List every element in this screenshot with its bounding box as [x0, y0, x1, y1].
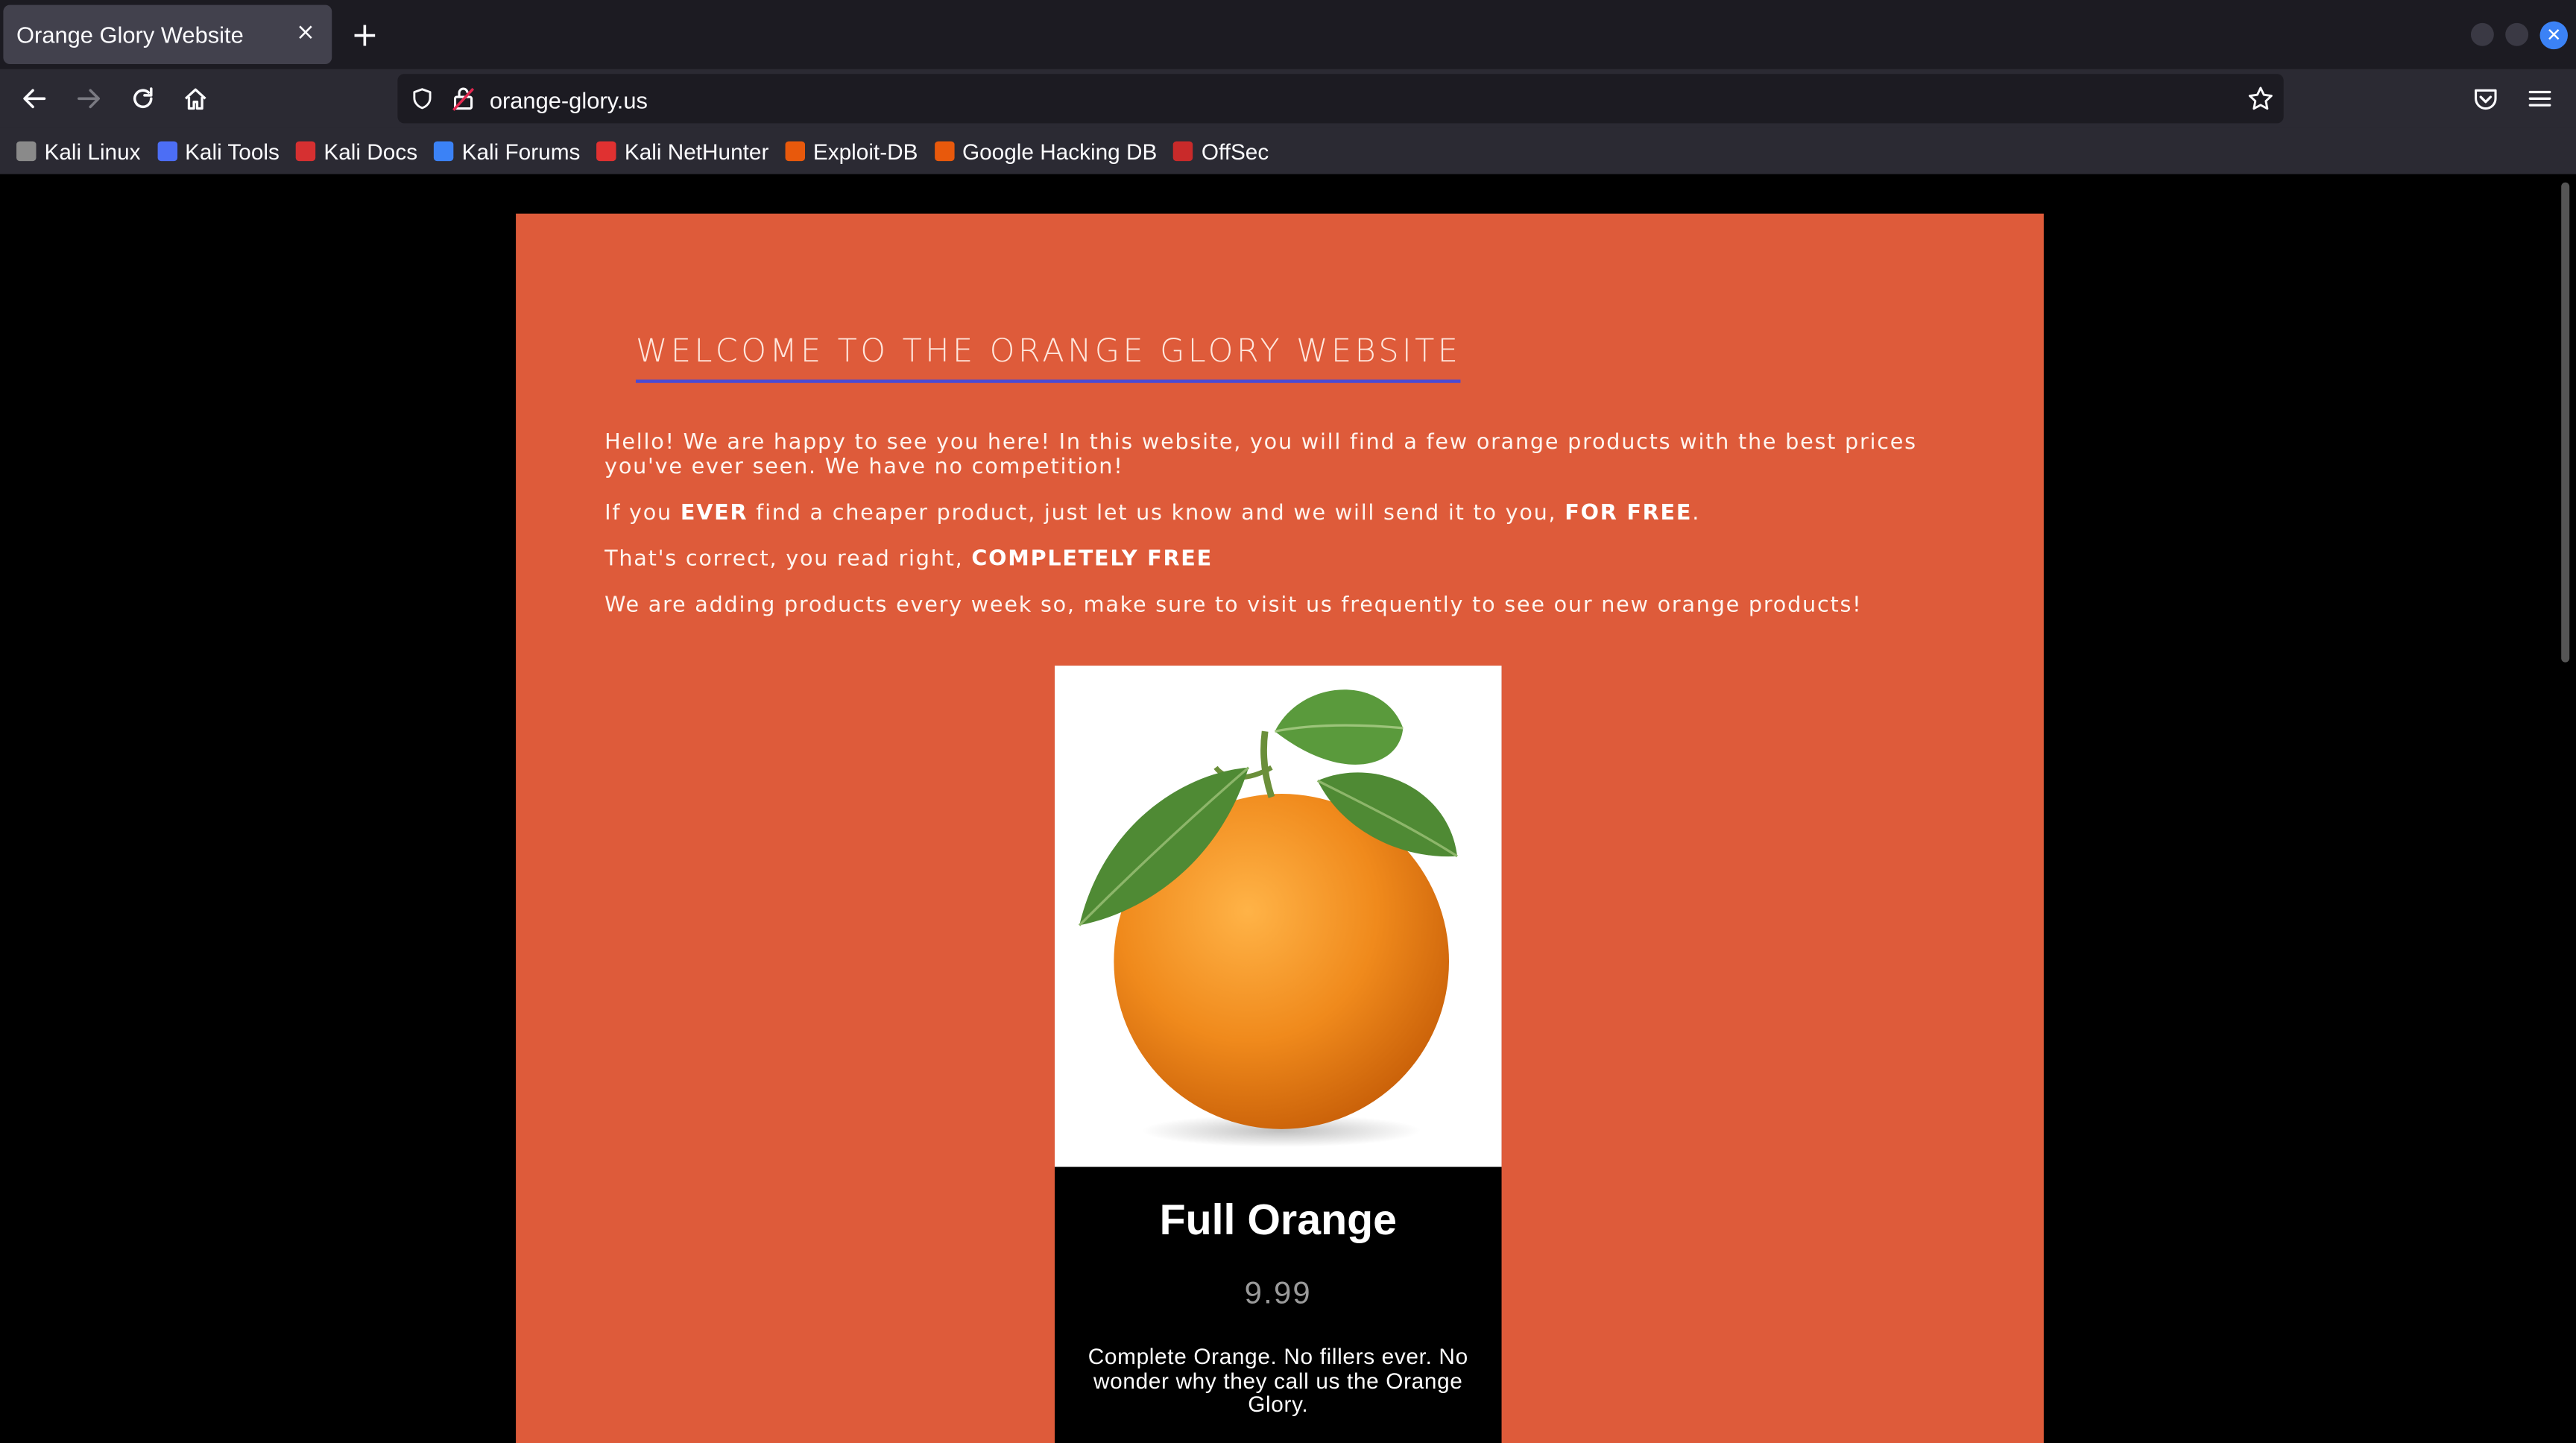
browser-window: Orange Glory Website × + ✕ orange-glory.… — [0, 0, 2576, 1443]
minimize-button[interactable] — [2470, 22, 2494, 46]
cheaper-offer-paragraph: If you EVER find a cheaper product, just… — [604, 502, 1935, 526]
kali-tools-icon — [157, 141, 177, 162]
reload-button[interactable] — [123, 79, 162, 119]
forward-arrow-icon — [78, 89, 101, 109]
main-content-panel: WELCOME TO THE ORANGE GLORY WEBSITE Hell… — [516, 213, 2044, 1443]
bookmark-exploit-db[interactable]: Exploit-DB — [785, 139, 918, 163]
tab-title: Orange Glory Website — [16, 21, 244, 48]
bookmark-offsec[interactable]: OffSec — [1173, 139, 1269, 163]
exploit-db-icon — [785, 141, 805, 162]
product-price: 9.99 — [1244, 1277, 1312, 1312]
emphasis-for-free: FOR FREE — [1565, 501, 1693, 526]
emphasis-ever: EVER — [680, 501, 748, 526]
bookmark-label: Exploit-DB — [812, 139, 918, 164]
pocket-icon — [2475, 89, 2497, 110]
maximize-button[interactable] — [2505, 22, 2529, 46]
bookmark-kali-linux[interactable]: Kali Linux — [16, 139, 141, 163]
text-span: That's correct, you read right, — [604, 547, 972, 572]
page-scrollbar[interactable] — [2561, 182, 2570, 663]
shield-icon[interactable] — [411, 87, 434, 110]
pocket-button[interactable] — [2466, 79, 2505, 119]
window-close-button[interactable]: ✕ — [2539, 21, 2569, 50]
kali-forums-icon — [434, 141, 454, 162]
bookmark-kali-tools[interactable]: Kali Tools — [157, 139, 280, 163]
orange-fruit-image — [1078, 689, 1458, 1148]
ghdb-icon — [934, 141, 954, 162]
bookmark-label: Kali Forums — [461, 139, 581, 164]
page-title: WELCOME TO THE ORANGE GLORY WEBSITE — [635, 332, 1462, 383]
text-span: If you — [604, 501, 681, 526]
bookmark-label: Google Hacking DB — [962, 139, 1158, 164]
reload-icon — [133, 87, 153, 108]
url-bar[interactable]: orange-glory.us — [397, 74, 2284, 124]
bookmark-google-hacking-db[interactable]: Google Hacking DB — [934, 139, 1158, 164]
kali-docs-icon — [295, 141, 316, 162]
tab-orange-glory[interactable]: Orange Glory Website × — [3, 4, 332, 64]
back-button[interactable] — [15, 79, 54, 119]
bookmark-label: Kali Linux — [44, 139, 141, 164]
tab-strip: Orange Glory Website × + ✕ — [0, 0, 2576, 69]
back-arrow-icon — [23, 89, 46, 109]
hamburger-menu-icon — [2528, 90, 2551, 107]
forward-button[interactable] — [69, 79, 109, 119]
bookmarks-toolbar: Kali Linux Kali Tools Kali Docs Kali Forums… — [0, 127, 2576, 174]
home-icon — [184, 88, 206, 110]
nav-bar: orange-glory.us — [0, 69, 2576, 128]
new-tab-button[interactable]: + — [345, 15, 385, 54]
bookmark-label: Kali Docs — [323, 139, 418, 164]
tab-close-icon[interactable]: × — [292, 18, 318, 48]
intro-paragraph: Hello! We are happy to see you here! In … — [604, 430, 1917, 480]
product-image[interactable] — [1055, 666, 1502, 1167]
home-button[interactable] — [176, 79, 215, 119]
completely-free-paragraph: That's correct, you read right, COMPLETE… — [604, 547, 1935, 572]
insecure-lock-icon[interactable] — [452, 86, 475, 112]
bookmark-kali-forums[interactable]: Kali Forums — [434, 139, 580, 163]
bookmark-label: OffSec — [1201, 139, 1269, 164]
text-span: . — [1692, 501, 1701, 526]
bookmark-label: Kali NetHunter — [624, 139, 769, 164]
bookmark-label: Kali Tools — [185, 139, 280, 164]
kali-dragon-icon — [16, 141, 37, 162]
new-products-paragraph: We are adding products every week so, ma… — [604, 593, 1863, 619]
offsec-icon — [1173, 141, 1193, 162]
emphasis-completely-free: COMPLETELY FREE — [971, 547, 1213, 572]
url-text[interactable]: orange-glory.us — [490, 87, 648, 113]
menu-button[interactable] — [2520, 79, 2560, 119]
product-name: Full Orange — [1159, 1195, 1398, 1245]
product-card[interactable]: Full Orange 9.99 Complete Orange. No fil… — [1055, 666, 1502, 1443]
kali-nethunter-icon — [596, 141, 616, 162]
text-span: find a cheaper product, just let us know… — [748, 501, 1565, 526]
page-viewport: WELCOME TO THE ORANGE GLORY WEBSITE Hell… — [0, 174, 2576, 1443]
bookmark-kali-nethunter[interactable]: Kali NetHunter — [596, 139, 768, 163]
bookmark-star-icon[interactable] — [2247, 86, 2273, 112]
bookmark-kali-docs[interactable]: Kali Docs — [295, 139, 418, 164]
product-description: Complete Orange. No fillers ever. No won… — [1087, 1344, 1468, 1417]
